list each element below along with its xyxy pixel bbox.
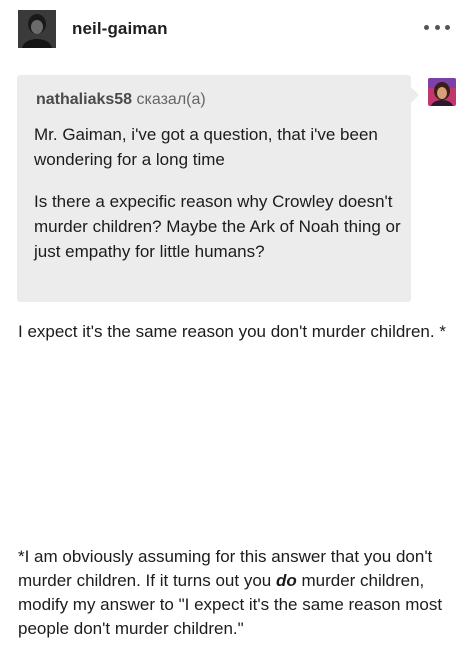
ask-bubble: nathaliaks58 сказал(а) Mr. Gaiman, i've … xyxy=(17,75,419,302)
emphasis-text: do xyxy=(275,571,297,590)
blog-avatar[interactable] xyxy=(18,10,56,48)
asker-said-label: сказал(а) xyxy=(132,91,206,108)
blog-name[interactable]: neil-gaiman xyxy=(72,19,168,39)
dot xyxy=(445,24,450,30)
dot xyxy=(434,24,440,30)
asker-line: nathaliaks58 сказал(а) xyxy=(36,91,206,109)
dot xyxy=(424,24,429,30)
asker-avatar[interactable] xyxy=(428,78,456,106)
answer-footnote: *I am obviously assuming for this answer… xyxy=(18,545,458,641)
more-horizontal-icon[interactable] xyxy=(424,20,450,34)
question-paragraph: Mr. Gaiman, i've got a question, that i'… xyxy=(34,125,378,169)
post-header: neil-gaiman xyxy=(0,0,474,58)
answer-paragraph: I expect it's the same reason you don't … xyxy=(18,322,446,341)
asker-name[interactable]: nathaliaks58 xyxy=(36,91,132,108)
question-paragraph: Is there a expecific reason why Crowley … xyxy=(34,192,401,261)
